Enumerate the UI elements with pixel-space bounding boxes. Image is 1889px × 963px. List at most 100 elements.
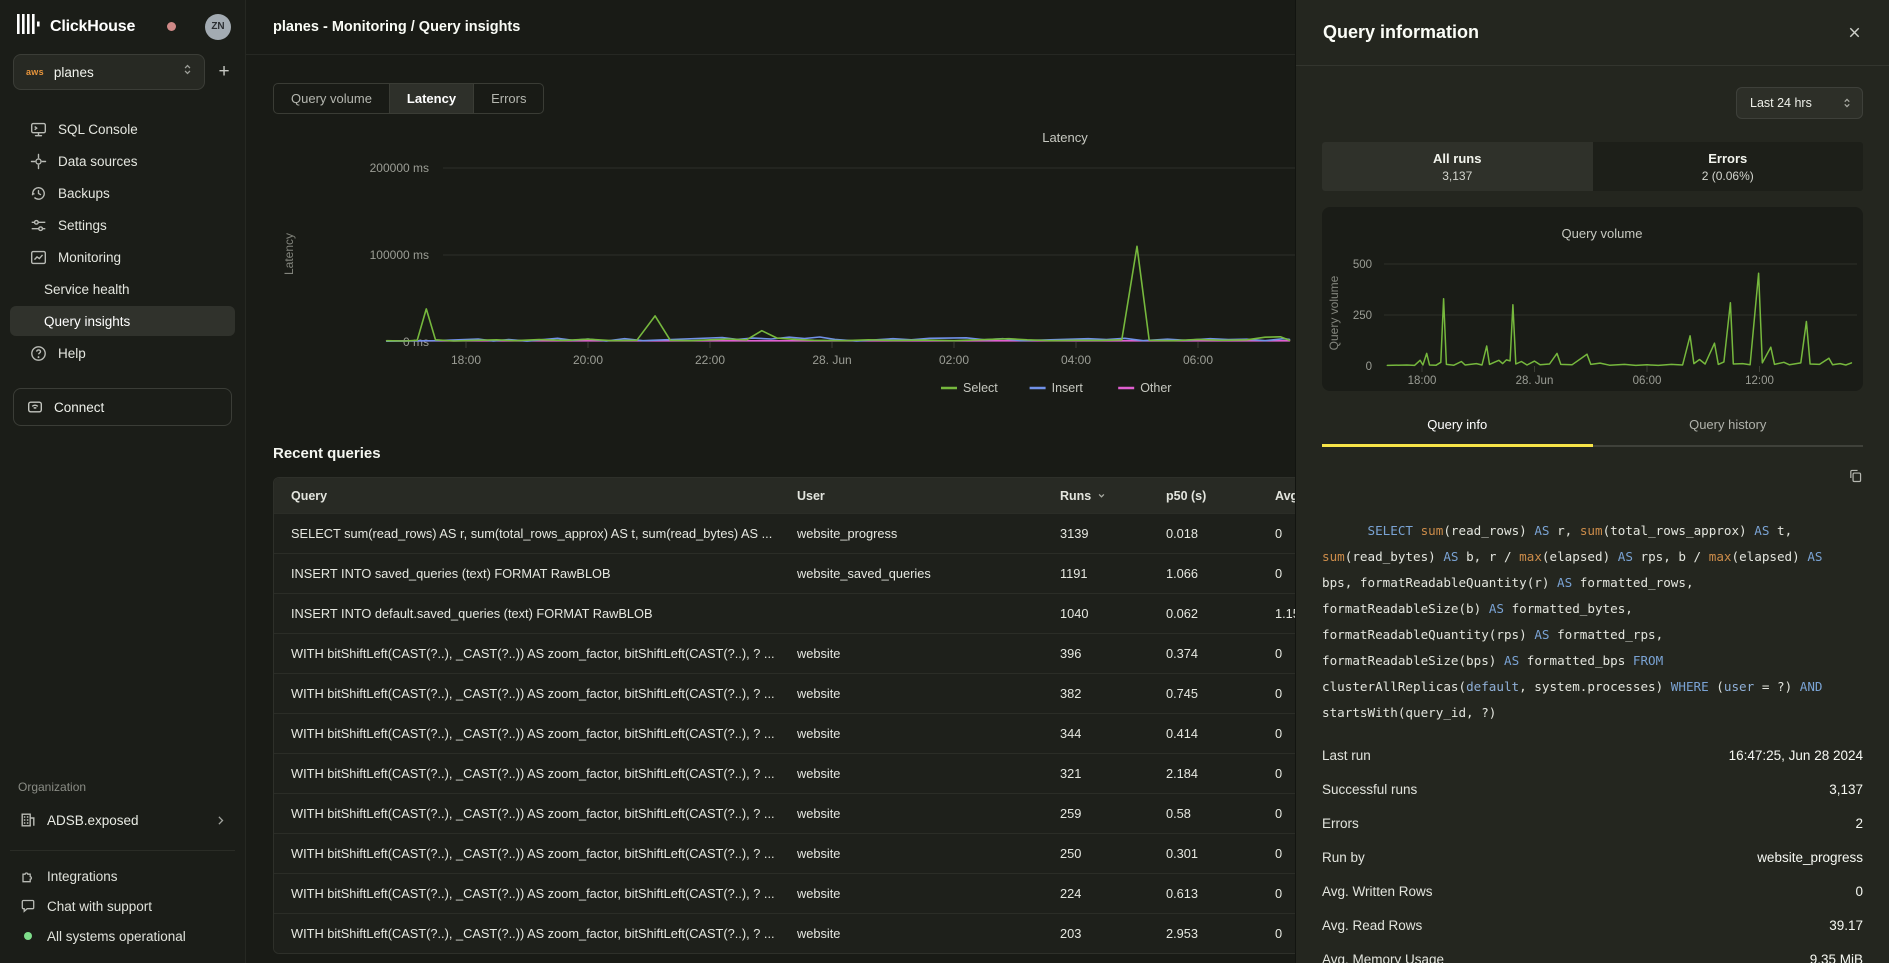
p50-cell: 0.58 <box>1166 806 1275 821</box>
tab-latency[interactable]: Latency <box>390 84 474 113</box>
footer-item-label: Chat with support <box>47 899 152 914</box>
avatar[interactable]: ZN <box>205 14 231 40</box>
stat-label: Avg. Read Rows <box>1322 918 1422 933</box>
app-root: ClickHouse ZN aws planes + SQL ConsoleDa… <box>0 0 1889 963</box>
sql-token: sum <box>1322 549 1345 564</box>
stat-row-successful-runs: Successful runs3,137 <box>1322 772 1863 806</box>
sidebar-item-label: Data sources <box>58 154 138 169</box>
tab-query-info[interactable]: Query info <box>1322 417 1593 447</box>
footer-item-integrations[interactable]: Integrations <box>10 861 235 891</box>
query-stats-list: Last run16:47:25, Jun 28 2024Successful … <box>1322 738 1863 963</box>
time-range-select[interactable]: Last 24 hrs <box>1736 87 1863 119</box>
user-cell: website <box>797 806 1060 821</box>
stat-value: 39.17 <box>1829 918 1863 933</box>
column-header-label: Runs <box>1060 489 1091 503</box>
help-icon <box>30 345 47 362</box>
p50-cell: 0.745 <box>1166 686 1275 701</box>
sidebar-item-settings[interactable]: Settings <box>10 210 235 240</box>
stat-label: Avg. Memory Usage <box>1322 952 1444 963</box>
svg-text:0 ms: 0 ms <box>403 335 429 349</box>
sql-token: formatted_bps <box>1527 653 1633 668</box>
sql-token: AS <box>1534 627 1557 642</box>
connect-label: Connect <box>54 400 104 415</box>
sql-token: r, <box>1557 523 1580 538</box>
sql-token: rps, b / <box>1640 549 1708 564</box>
runs-cell: 382 <box>1060 686 1166 701</box>
runs-cell: 396 <box>1060 646 1166 661</box>
sidebar-item-data-sources[interactable]: Data sources <box>10 146 235 176</box>
sql-code-block: SELECT sum(read_rows) AS r, sum(total_ro… <box>1322 466 1863 726</box>
sql-token: (read_rows) <box>1443 523 1534 538</box>
sql-token: AS <box>1807 549 1830 564</box>
chevron-updown-icon <box>1841 97 1853 109</box>
footer-item-chat-with-support[interactable]: Chat with support <box>10 891 235 921</box>
sidebar: ClickHouse ZN aws planes + SQL ConsoleDa… <box>0 0 246 963</box>
sidebar-item-service-health[interactable]: Service health <box>10 274 235 304</box>
chevron-right-icon <box>214 814 227 827</box>
runs-errors-segmented-control: All runs3,137Errors2 (0.06%) <box>1322 142 1863 191</box>
connect-icon <box>27 399 43 415</box>
tab-query-history[interactable]: Query history <box>1593 417 1864 447</box>
stat-label: Run by <box>1322 850 1365 865</box>
organization-switcher[interactable]: ADSB.exposed <box>10 804 235 836</box>
summary-tab-errors[interactable]: Errors2 (0.06%) <box>1593 142 1864 191</box>
runs-cell: 250 <box>1060 846 1166 861</box>
stat-value: 9.35 MiB <box>1810 952 1863 963</box>
sidebar-item-monitoring[interactable]: Monitoring <box>10 242 235 272</box>
service-select[interactable]: aws planes <box>13 54 205 90</box>
runs-cell: 321 <box>1060 766 1166 781</box>
sql-token: WHERE <box>1671 679 1717 694</box>
sidebar-item-label: SQL Console <box>58 122 138 137</box>
summary-tab-label: Errors <box>1708 151 1747 166</box>
tab-query-volume[interactable]: Query volume <box>274 84 390 113</box>
settings-icon <box>30 217 47 234</box>
close-icon[interactable] <box>1847 25 1862 40</box>
sidebar-item-help[interactable]: Help <box>10 338 235 368</box>
sidebar-item-query-insights[interactable]: Query insights <box>10 306 235 336</box>
column-header-user[interactable]: User <box>797 489 1060 503</box>
svg-text:28. Jun: 28. Jun <box>1516 375 1554 387</box>
svg-text:20:00: 20:00 <box>573 353 603 367</box>
user-cell: website_progress <box>797 526 1060 541</box>
add-service-button[interactable]: + <box>213 61 235 83</box>
stat-label: Errors <box>1322 816 1359 831</box>
footer-item-label: Integrations <box>47 869 118 884</box>
sql-token: max <box>1519 549 1542 564</box>
copy-icon[interactable] <box>1848 468 1863 483</box>
column-header-runs[interactable]: Runs <box>1060 489 1166 503</box>
sidebar-item-label: Service health <box>44 282 130 297</box>
query-information-panel: Query information Last 24 hrs All runs3,… <box>1295 0 1889 963</box>
sql-token: (read_bytes) <box>1345 549 1444 564</box>
sidebar-item-sql-console[interactable]: SQL Console <box>10 114 235 144</box>
user-cell: website <box>797 686 1060 701</box>
page-title: planes - Monitoring / Query insights <box>273 19 520 35</box>
svg-text:28. Jun: 28. Jun <box>812 353 851 367</box>
user-cell: website <box>797 886 1060 901</box>
runs-cell: 259 <box>1060 806 1166 821</box>
sidebar-item-label: Query insights <box>44 314 130 329</box>
monitoring-icon <box>30 249 47 266</box>
sidebar-item-backups[interactable]: Backups <box>10 178 235 208</box>
p50-cell: 0.414 <box>1166 726 1275 741</box>
stat-row-run-by: Run bywebsite_progress <box>1322 840 1863 874</box>
sql-token: sum <box>1580 523 1603 538</box>
column-header-query[interactable]: Query <box>291 489 797 503</box>
query-cell: WITH bitShiftLeft(CAST(?..), _CAST(?..))… <box>291 726 797 741</box>
sql-token: AS <box>1504 653 1527 668</box>
panel-title: Query information <box>1323 22 1479 43</box>
svg-text:Insert: Insert <box>1052 381 1084 395</box>
summary-tab-all-runs[interactable]: All runs3,137 <box>1322 142 1593 191</box>
runs-cell: 344 <box>1060 726 1166 741</box>
metric-tabs: Query volumeLatencyErrors <box>273 83 544 114</box>
connect-button[interactable]: Connect <box>13 388 232 426</box>
organization-name: ADSB.exposed <box>47 813 139 828</box>
tab-errors[interactable]: Errors <box>474 84 543 113</box>
footer-item-all-systems-operational[interactable]: All systems operational <box>10 921 235 951</box>
runs-cell: 3139 <box>1060 526 1166 541</box>
sql-token: user <box>1724 679 1754 694</box>
sidebar-divider <box>10 850 235 851</box>
query-info-tabs: Query infoQuery history <box>1322 417 1863 447</box>
chat-icon <box>20 898 36 914</box>
chevron-updown-icon <box>181 63 194 81</box>
column-header-p50-s-[interactable]: p50 (s) <box>1166 489 1275 503</box>
